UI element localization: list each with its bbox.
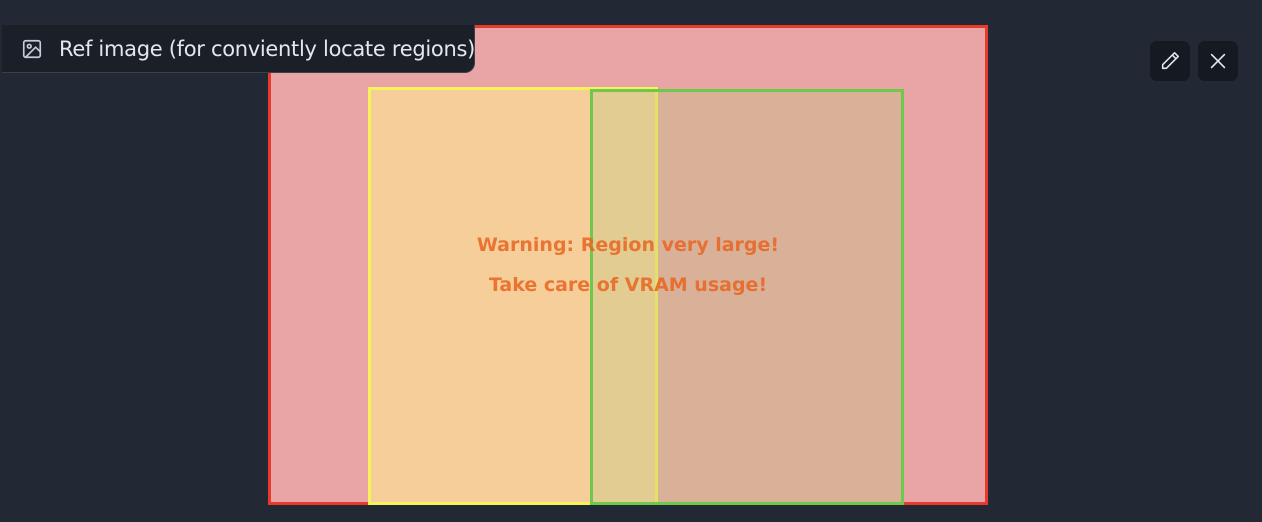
image-icon (21, 38, 43, 60)
ref-image-panel: Warning: Region very large! Take care of… (0, 0, 1262, 522)
region-3-box[interactable] (590, 89, 904, 505)
image-label-bar: Ref image (for conviently locate regions… (2, 25, 475, 73)
close-button[interactable] (1198, 41, 1238, 81)
pencil-icon (1161, 51, 1180, 70)
image-label: Ref image (for conviently locate regions… (59, 37, 476, 61)
edit-button[interactable] (1150, 41, 1190, 81)
close-icon (1210, 53, 1226, 69)
